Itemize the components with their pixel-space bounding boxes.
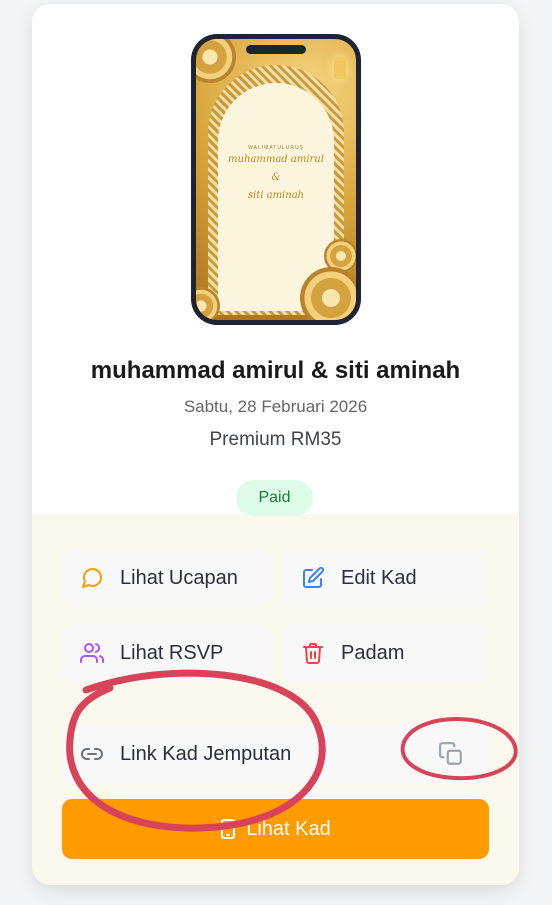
lantern-decoration — [334, 57, 346, 79]
invite-link-button[interactable]: Link Kad Jemputan — [80, 724, 291, 784]
copy-link-button[interactable] — [438, 741, 464, 767]
view-wishes-button[interactable]: Lihat Ucapan — [62, 549, 268, 607]
invitation-title: muhammad amirul & siti aminah — [90, 357, 461, 384]
flower-decoration-top-left — [196, 39, 236, 83]
edit-card-button[interactable]: Edit Kad — [283, 549, 489, 607]
package-label: Premium RM35 — [209, 429, 342, 450]
copy-icon — [439, 742, 462, 765]
message-circle-icon — [82, 568, 103, 588]
preview-bride-name: siti aminah — [247, 190, 305, 201]
flower-decoration-bottom-right — [300, 267, 356, 320]
view-card-label: Lihat Kad — [246, 817, 331, 840]
trash-icon — [303, 643, 323, 664]
event-date: Sabtu, 28 Februari 2026 — [183, 397, 368, 416]
invite-link-label: Link Kad Jemputan — [120, 742, 292, 765]
view-rsvp-button[interactable]: Lihat RSVP — [62, 624, 268, 682]
view-rsvp-label: Lihat RSVP — [120, 641, 224, 664]
link-icon — [81, 748, 103, 760]
preview-ampersand: & — [271, 172, 281, 183]
card-preview-phone[interactable]: WALIMATULURUS muhammad amirul & siti ami… — [191, 34, 361, 325]
invite-link-row: Link Kad Jemputan — [62, 724, 490, 784]
edit-card-label: Edit Kad — [341, 566, 417, 589]
invitation-card: WALIMATULURUS muhammad amirul & siti ami… — [32, 4, 519, 885]
delete-button[interactable]: Padam — [283, 624, 489, 682]
delete-label: Padam — [341, 641, 405, 664]
status-badge: Paid — [236, 480, 313, 516]
view-card-button[interactable]: Lihat Kad — [62, 799, 489, 859]
users-icon — [80, 643, 104, 663]
phone-icon — [221, 819, 236, 839]
view-wishes-label: Lihat Ucapan — [120, 566, 238, 589]
preview-groom-name: muhammad amirul — [228, 154, 324, 165]
edit-icon — [303, 566, 325, 588]
card-preview-screen: WALIMATULURUS muhammad amirul & siti ami… — [196, 39, 356, 320]
phone-notch — [246, 45, 306, 54]
